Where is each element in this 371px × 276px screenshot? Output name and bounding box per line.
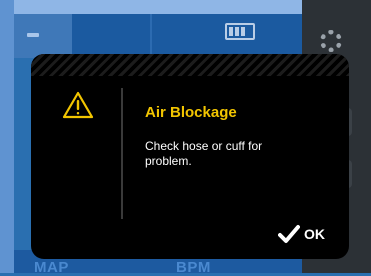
ok-label: OK	[304, 226, 325, 242]
dialog-header-pattern	[31, 54, 349, 76]
battery-cell	[241, 27, 245, 36]
gear-icon[interactable]	[320, 30, 342, 52]
warning-triangle-icon	[62, 91, 94, 119]
zoom-out-button[interactable]	[14, 14, 72, 58]
status-divider	[150, 14, 152, 58]
bpm-label: BPM	[176, 259, 211, 276]
alert-message: Check hose or cuff for problem.	[145, 139, 263, 168]
battery-cell	[235, 27, 239, 36]
checkmark-icon	[278, 225, 300, 243]
ok-button[interactable]: OK	[270, 220, 348, 250]
alert-dialog: Air Blockage Check hose or cuff for prob…	[31, 54, 349, 259]
left-edge	[0, 0, 14, 273]
battery-cell	[229, 27, 233, 36]
dialog-divider	[121, 88, 123, 219]
map-label: MAP	[34, 259, 69, 276]
minus-icon	[27, 33, 39, 37]
alert-title: Air Blockage	[145, 104, 237, 121]
